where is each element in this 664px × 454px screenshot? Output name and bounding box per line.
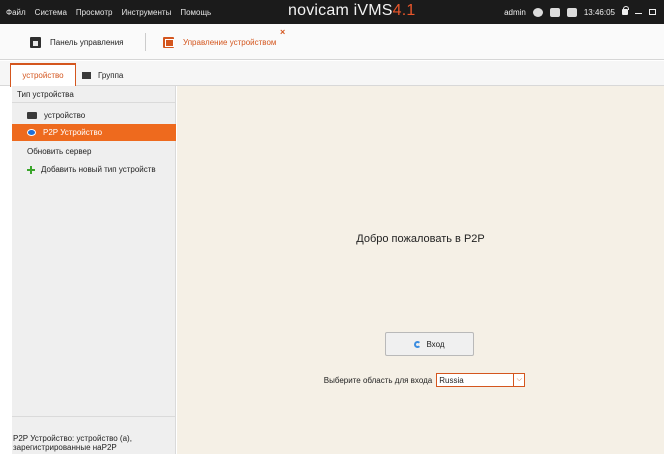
login-button-label: Вход: [426, 339, 445, 349]
region-select[interactable]: Russia ⌵: [436, 373, 526, 387]
menu-view[interactable]: Просмотр: [76, 8, 113, 17]
globe-icon[interactable]: [532, 7, 543, 17]
device-management-icon: [163, 36, 174, 48]
menu-file[interactable]: Файл: [6, 8, 26, 17]
device-description: P2P Устройство: устройство (а), зарегист…: [13, 434, 132, 452]
loading-icon: [414, 340, 422, 348]
maximize-icon[interactable]: [649, 9, 656, 15]
clock-time: 13:46:05: [583, 7, 615, 17]
screen-icon[interactable]: [549, 7, 560, 17]
tab-device[interactable]: устройство: [10, 63, 76, 87]
toolbar-divider: [145, 33, 146, 51]
tab-group-label: Группа: [98, 70, 124, 80]
title-bar: Файл Система Просмотр Инструменты Помощь…: [0, 0, 664, 24]
sidebar-item-p2p[interactable]: P2P Устройство: [12, 124, 176, 141]
device-type-panel: Тип устройства устройство P2P Устройство…: [12, 86, 176, 454]
panel-divider: [12, 416, 176, 417]
device-management-tab[interactable]: Управление устройством: [163, 24, 276, 60]
menu-tools[interactable]: Инструменты: [121, 8, 171, 17]
sidebar-item-device[interactable]: устройство: [12, 107, 176, 124]
p2p-icon: [27, 129, 36, 136]
folder-icon: [82, 71, 91, 79]
lock-icon[interactable]: [622, 6, 629, 15]
sidebar-item-label: Обновить сервер: [27, 147, 92, 156]
menu-bar: Файл Система Просмотр Инструменты Помощь: [6, 0, 211, 24]
brand-name: novicam iVMS: [288, 2, 393, 19]
toolbar: Панель управления Управление устройством: [0, 24, 664, 60]
sidebar-item-add-device-type[interactable]: Добавить новый тип устройств: [12, 161, 176, 178]
main-content: Добро пожаловать в P2P Вход Выберите обл…: [177, 86, 664, 454]
minimize-icon[interactable]: [635, 13, 642, 14]
welcome-text: Добро пожаловать в P2P: [356, 233, 485, 245]
tab-device-label: устройство: [22, 71, 64, 80]
sidebar-item-update-server[interactable]: Обновить сервер: [12, 143, 176, 160]
tab-group[interactable]: Группа: [82, 63, 123, 87]
dvr-icon: [27, 112, 37, 119]
chevron-down-icon[interactable]: ⌵: [513, 374, 524, 386]
sidebar-item-label: P2P Устройство: [43, 128, 103, 137]
menu-system[interactable]: Система: [35, 8, 67, 17]
sidebar-item-label: Добавить новый тип устройств: [41, 165, 156, 174]
close-tab-icon[interactable]: ×: [280, 28, 285, 37]
region-label: Выберите область для входа: [323, 375, 433, 385]
control-panel-button[interactable]: Панель управления: [30, 24, 124, 60]
add-icon: [27, 165, 35, 174]
menu-help[interactable]: Помощь: [180, 8, 211, 17]
region-selected-value: Russia: [439, 375, 464, 385]
app-logo: novicam iVMS4.1: [288, 3, 416, 19]
region-row: Выберите область для входа Russia ⌵: [181, 373, 664, 387]
control-panel-label: Панель управления: [50, 37, 124, 47]
tab-strip: устройство Группа: [0, 61, 664, 87]
device-management-label: Управление устройством: [183, 37, 277, 47]
login-button[interactable]: Вход: [385, 332, 474, 356]
grid-icon[interactable]: [566, 7, 577, 17]
brand-version: 4.1: [392, 2, 416, 19]
sidebar-item-label: устройство: [44, 111, 86, 120]
status-area: admin 13:46:05: [504, 0, 656, 24]
panel-header: Тип устройства: [12, 86, 176, 103]
home-icon: [30, 36, 41, 48]
current-user: admin: [504, 7, 526, 17]
